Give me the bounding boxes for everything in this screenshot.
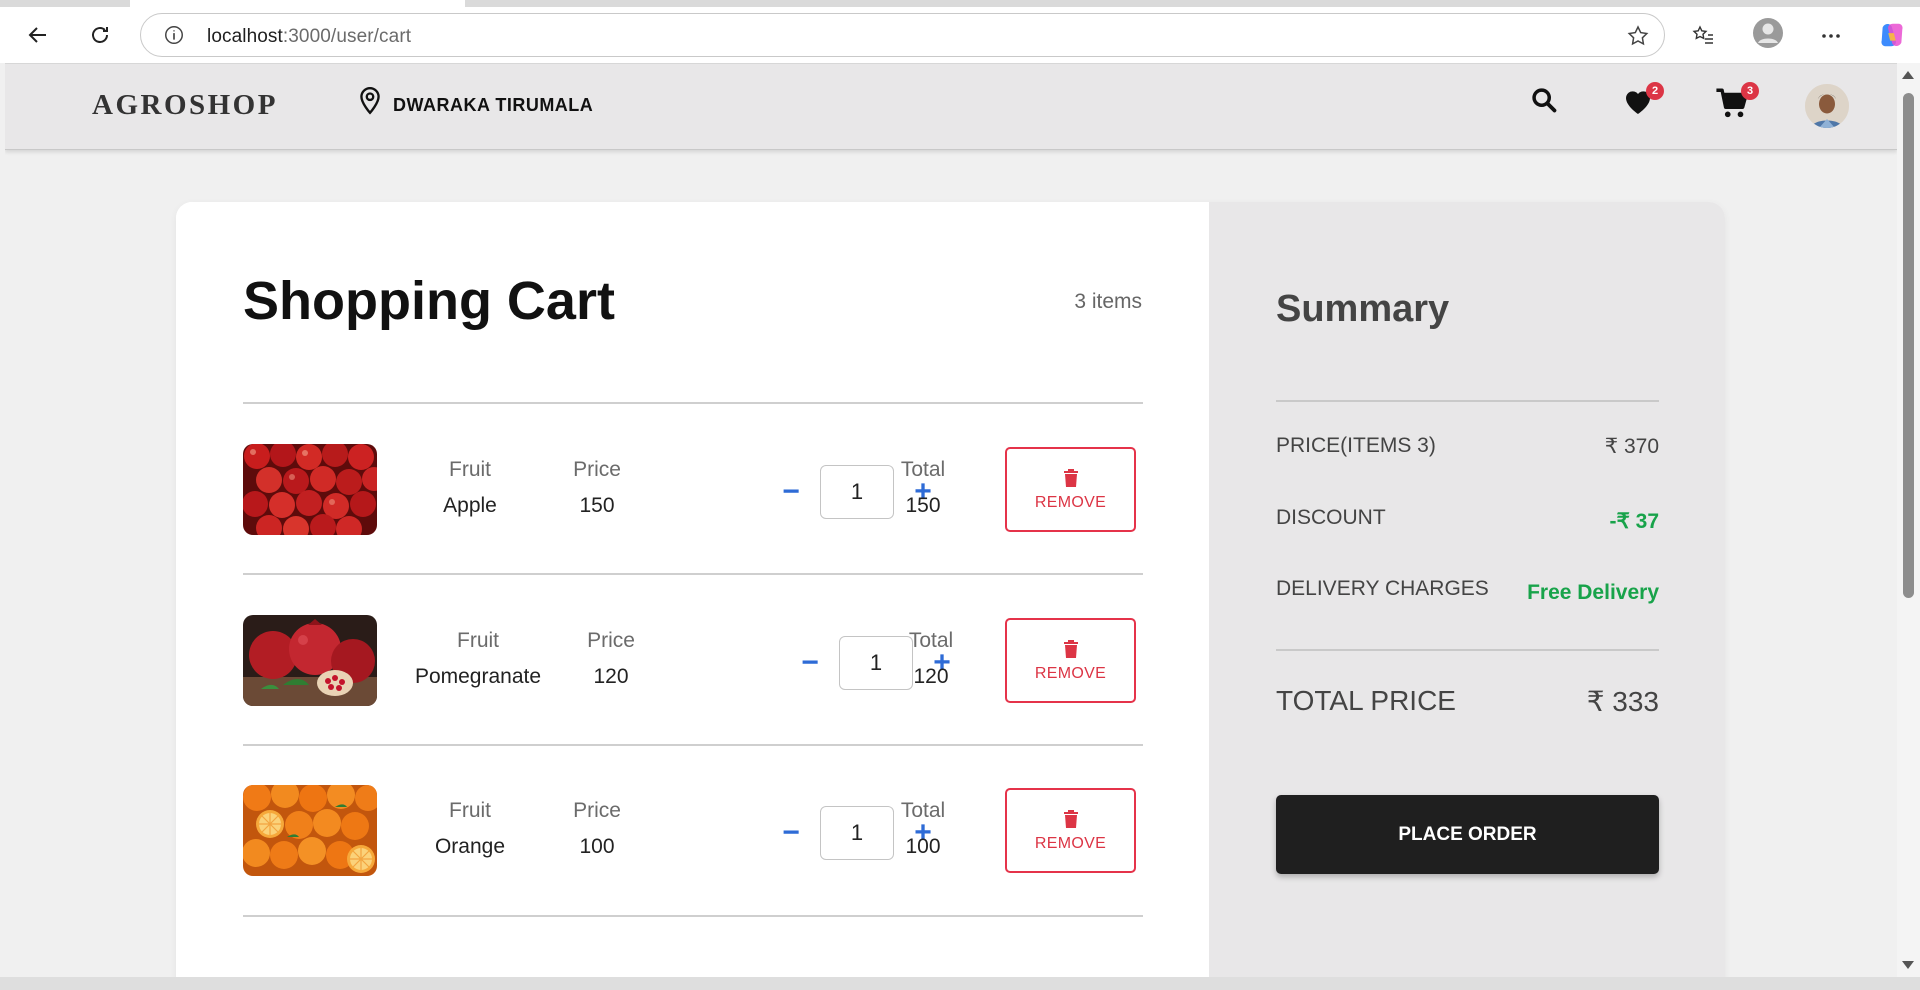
decrease-button[interactable]: −: [795, 646, 825, 679]
browser-bottom-edge: [0, 977, 1920, 990]
delivery-label: DELIVERY CHARGES: [1276, 577, 1489, 600]
summary-panel: Summary PRICE(ITEMS 3) ₹ 370 DISCOUNT -₹…: [1209, 202, 1725, 977]
total-label: Total: [900, 458, 946, 481]
cart-count-badge: 3: [1741, 82, 1759, 100]
price-column: Price 120: [551, 629, 671, 689]
site-logo[interactable]: AGROSHOP: [92, 89, 278, 122]
price-value: 120: [593, 665, 629, 688]
site-header: AGROSHOP DWARAKA TIRUMALA 2 3: [5, 64, 1897, 150]
place-order-button[interactable]: PLACE ORDER: [1276, 795, 1659, 874]
active-tab[interactable]: [130, 0, 465, 7]
price-items-label: PRICE(ITEMS 3): [1276, 434, 1436, 457]
price-label: Price: [573, 458, 621, 481]
price-items-value: ₹ 370: [1604, 435, 1659, 458]
fruit-name: Pomegranate: [414, 665, 542, 688]
divider: [1276, 649, 1659, 651]
total-value: 150: [905, 494, 941, 517]
decrease-button[interactable]: −: [776, 475, 806, 508]
discount-label: DISCOUNT: [1276, 506, 1386, 529]
trash-icon: [1063, 809, 1078, 828]
browser-tab-strip: [0, 0, 1920, 7]
reload-icon[interactable]: [84, 19, 116, 51]
price-value: 100: [579, 835, 615, 858]
address-bar[interactable]: localhost:3000/user/cart: [140, 13, 1665, 57]
price-column: Price 100: [537, 799, 657, 859]
cart-item-row: Fruit Orange Price 100 − 1 + Total 100 R…: [243, 745, 1143, 915]
remove-button[interactable]: REMOVE: [1005, 618, 1136, 703]
total-column: Total 150: [863, 458, 983, 518]
url-text[interactable]: localhost:3000/user/cart: [207, 26, 411, 48]
location-label: DWARAKA TIRUMALA: [393, 94, 594, 115]
total-value: 100: [905, 835, 941, 858]
page-scrollbar[interactable]: [1897, 63, 1920, 977]
page-title: Shopping Cart: [243, 271, 615, 331]
trash-icon: [1063, 639, 1078, 658]
search-button[interactable]: [1530, 86, 1566, 122]
divider: [243, 915, 1143, 917]
price-summary-row: PRICE(ITEMS 3) ₹ 370: [1276, 434, 1659, 458]
item-count: 3 items: [1074, 290, 1142, 313]
scrollbar-thumb[interactable]: [1903, 93, 1914, 598]
pomegranate-image: [243, 615, 377, 706]
more-options-icon[interactable]: [1818, 23, 1844, 49]
discount-row: DISCOUNT -₹ 37: [1276, 506, 1659, 533]
remove-label: REMOVE: [1034, 664, 1107, 682]
price-label: Price: [573, 799, 621, 822]
trash-icon: [1063, 468, 1078, 487]
fruit-name: Apple: [443, 494, 497, 517]
browser-toolbar: localhost:3000/user/cart: [0, 7, 1920, 63]
fruit-name: Orange: [434, 835, 506, 858]
price-label: Price: [587, 629, 635, 652]
location-selector[interactable]: DWARAKA TIRUMALA: [357, 86, 593, 116]
back-arrow-icon[interactable]: [22, 19, 54, 51]
fruit-label: Fruit: [449, 458, 491, 481]
fruit-column: Fruit Apple: [410, 458, 530, 518]
divider: [1276, 400, 1659, 402]
price-column: Price 150: [537, 458, 657, 518]
remove-label: REMOVE: [1034, 493, 1107, 511]
remove-button[interactable]: REMOVE: [1005, 447, 1136, 532]
cart-card: Shopping Cart 3 items Fruit Apple Price …: [176, 202, 1725, 977]
user-avatar[interactable]: [1805, 84, 1849, 128]
fruit-label: Fruit: [457, 629, 499, 652]
cart-item-row: Fruit Pomegranate Price 120 − 1 + Total …: [243, 575, 1143, 745]
fruit-column: Fruit Orange: [410, 799, 530, 859]
remove-label: REMOVE: [1034, 834, 1107, 852]
copilot-icon[interactable]: [1876, 19, 1908, 51]
total-price-value: ₹ 333: [1586, 686, 1659, 717]
total-price-row: TOTAL PRICE ₹ 333: [1276, 685, 1659, 717]
page-viewport: AGROSHOP DWARAKA TIRUMALA 2 3 Shopping C…: [5, 63, 1897, 977]
fruit-label: Fruit: [449, 799, 491, 822]
total-price-label: TOTAL PRICE: [1276, 685, 1456, 716]
discount-value: -₹ 37: [1609, 510, 1659, 533]
scroll-up-arrow-icon[interactable]: [1902, 71, 1914, 79]
favorites-list-icon[interactable]: [1690, 23, 1716, 49]
total-column: Total 120: [871, 629, 991, 689]
cart-items-panel: Shopping Cart 3 items Fruit Apple Price …: [176, 202, 1209, 977]
total-value: 120: [913, 665, 949, 688]
info-icon[interactable]: [163, 24, 185, 46]
price-value: 150: [579, 494, 615, 517]
apple-image: [243, 444, 377, 535]
location-pin-icon: [360, 86, 380, 115]
wishlist-count-badge: 2: [1646, 82, 1664, 100]
cart-button[interactable]: 3: [1715, 82, 1759, 122]
orange-image: [243, 785, 377, 876]
delivery-row: DELIVERY CHARGES Free Delivery: [1276, 577, 1659, 604]
wishlist-button[interactable]: 2: [1622, 82, 1664, 122]
summary-title: Summary: [1276, 288, 1450, 330]
scroll-down-arrow-icon[interactable]: [1902, 961, 1914, 969]
search-icon: [1532, 88, 1557, 113]
total-column: Total 100: [863, 799, 983, 859]
remove-button[interactable]: REMOVE: [1005, 788, 1136, 873]
cart-item-row: Fruit Apple Price 150 − 1 + Total 150 RE…: [243, 404, 1143, 574]
total-label: Total: [908, 629, 954, 652]
delivery-value: Free Delivery: [1527, 581, 1659, 604]
fruit-column: Fruit Pomegranate: [403, 629, 553, 689]
total-label: Total: [900, 799, 946, 822]
decrease-button[interactable]: −: [776, 816, 806, 849]
favorite-star-icon[interactable]: [1626, 24, 1650, 48]
profile-icon[interactable]: [1752, 17, 1784, 49]
